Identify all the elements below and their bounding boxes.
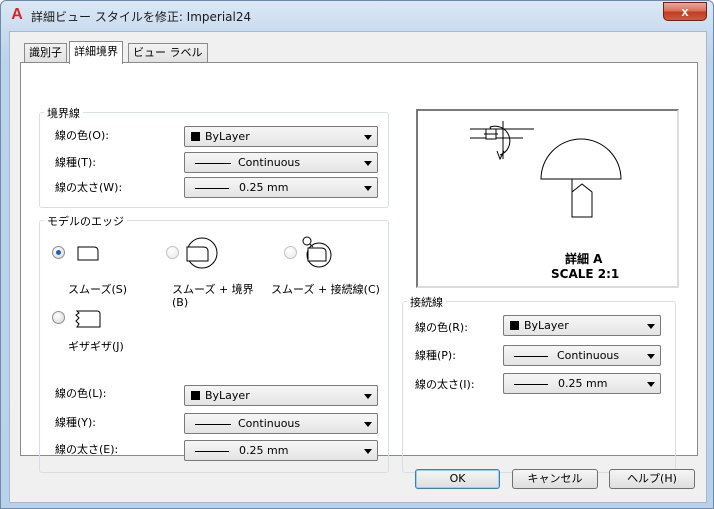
dropdown-arrow-icon xyxy=(647,382,655,387)
tab-detail-boundary[interactable]: 詳細境界 xyxy=(69,41,123,64)
edge-linetype-label: 線種(Y): xyxy=(55,416,97,429)
connection-linetype-dropdown[interactable]: Continuous xyxy=(503,345,661,366)
connection-color-value: ByLayer xyxy=(524,319,569,332)
help-button[interactable]: ヘルプ(H) xyxy=(609,469,695,489)
boundary-linetype-label: 線種(T): xyxy=(55,156,97,169)
edge-weight-dropdown[interactable]: 0.25 mm xyxy=(184,440,378,461)
line-sample-icon xyxy=(195,451,229,452)
detail-preview: 詳細 A SCALE 2:1 xyxy=(416,109,679,288)
edge-color-dropdown[interactable]: ByLayer xyxy=(184,385,378,406)
smooth-connection-label[interactable]: スムーズ + 接続線(C) xyxy=(271,283,380,296)
edge-weight-label: 線の太さ(E): xyxy=(55,443,119,456)
boundary-color-dropdown[interactable]: ByLayer xyxy=(184,126,378,147)
dropdown-arrow-icon xyxy=(647,324,655,329)
edge-linetype-value: Continuous xyxy=(238,417,301,430)
color-swatch xyxy=(191,391,200,400)
autocad-app-icon: A xyxy=(11,6,23,23)
dropdown-arrow-icon xyxy=(647,354,655,359)
smooth-boundary-icon xyxy=(186,237,218,269)
edge-color-value: ByLayer xyxy=(205,389,250,402)
tab-panel: 境界線 線の色(O): ByLayer 線種(T): Continuous 線の… xyxy=(20,62,698,473)
close-button[interactable]: x xyxy=(663,2,707,21)
edge-color-label: 線の色(L): xyxy=(55,387,107,400)
cancel-button[interactable]: キャンセル xyxy=(512,469,598,489)
window-title: 詳細ビュー スタイルを修正: Imperial24 xyxy=(31,10,252,24)
dropdown-arrow-icon xyxy=(364,186,372,191)
connection-weight-label: 線の太さ(I): xyxy=(415,378,475,391)
boundary-weight-label: 線の太さ(W): xyxy=(55,181,123,194)
jagged-edge-icon xyxy=(75,310,101,328)
dialog-client-area: 識別子 詳細境界 ビュー ラベル 境界線 線の色(O): ByLayer 線種(… xyxy=(9,31,707,503)
connection-linetype-label: 線種(P): xyxy=(415,349,456,362)
dropdown-arrow-icon xyxy=(364,422,372,427)
boundary-weight-dropdown[interactable]: 0.25 mm xyxy=(184,177,378,198)
dropdown-arrow-icon xyxy=(364,161,372,166)
radio-jagged[interactable] xyxy=(52,311,65,324)
radio-smooth-connection[interactable] xyxy=(284,246,297,259)
connection-legend: 接続線 xyxy=(407,294,446,310)
dropdown-arrow-icon xyxy=(364,394,372,399)
smooth-boundary-label[interactable]: スムーズ + 境界 xyxy=(172,283,254,296)
line-sample-icon xyxy=(514,384,548,385)
connection-weight-value: 0.25 mm xyxy=(558,377,608,390)
connection-linetype-value: Continuous xyxy=(557,349,620,362)
dropdown-arrow-icon xyxy=(364,449,372,454)
dialog-window: A 詳細ビュー スタイルを修正: Imperial24 x 識別子 詳細境界 ビ… xyxy=(0,0,714,509)
boundary-color-value: ByLayer xyxy=(205,130,250,143)
edge-linetype-dropdown[interactable]: Continuous xyxy=(184,413,378,434)
boundary-linetype-dropdown[interactable]: Continuous xyxy=(184,152,378,173)
connection-color-dropdown[interactable]: ByLayer xyxy=(503,315,661,336)
preview-scale: SCALE 2:1 xyxy=(551,267,620,281)
color-swatch xyxy=(191,132,200,141)
line-sample-icon xyxy=(195,424,231,425)
edge-weight-value: 0.25 mm xyxy=(239,444,289,457)
boundary-linetype-value: Continuous xyxy=(238,156,301,169)
smooth-edge-icon xyxy=(77,246,99,261)
jagged-option-label[interactable]: ギザギザ(J) xyxy=(68,340,124,353)
smooth-connection-icon xyxy=(302,236,332,268)
line-sample-icon xyxy=(195,163,231,164)
smooth-boundary-hotkey[interactable]: (B) xyxy=(172,296,188,309)
dropdown-arrow-icon xyxy=(364,135,372,140)
line-sample-icon xyxy=(514,356,548,357)
preview-title: 詳細 A xyxy=(565,252,603,266)
color-swatch xyxy=(510,321,519,330)
smooth-option-label[interactable]: スムーズ(S) xyxy=(68,283,127,296)
boundary-weight-value: 0.25 mm xyxy=(239,181,289,194)
ok-button[interactable]: OK xyxy=(415,469,500,489)
tab-view-label[interactable]: ビュー ラベル xyxy=(128,43,208,63)
tab-identifier[interactable]: 識別子 xyxy=(24,43,67,63)
radio-smooth[interactable] xyxy=(52,246,65,259)
radio-smooth-boundary[interactable] xyxy=(166,246,179,259)
boundary-legend: 境界線 xyxy=(44,105,83,121)
line-sample-icon xyxy=(195,188,229,189)
connection-color-label: 線の色(R): xyxy=(415,321,468,334)
title-bar[interactable]: A 詳細ビュー スタイルを修正: Imperial24 x xyxy=(1,1,713,31)
model-edge-legend: モデルのエッジ xyxy=(44,213,127,229)
connection-weight-dropdown[interactable]: 0.25 mm xyxy=(503,373,661,394)
boundary-color-label: 線の色(O): xyxy=(55,129,109,142)
detail-preview-drawing xyxy=(470,121,622,218)
